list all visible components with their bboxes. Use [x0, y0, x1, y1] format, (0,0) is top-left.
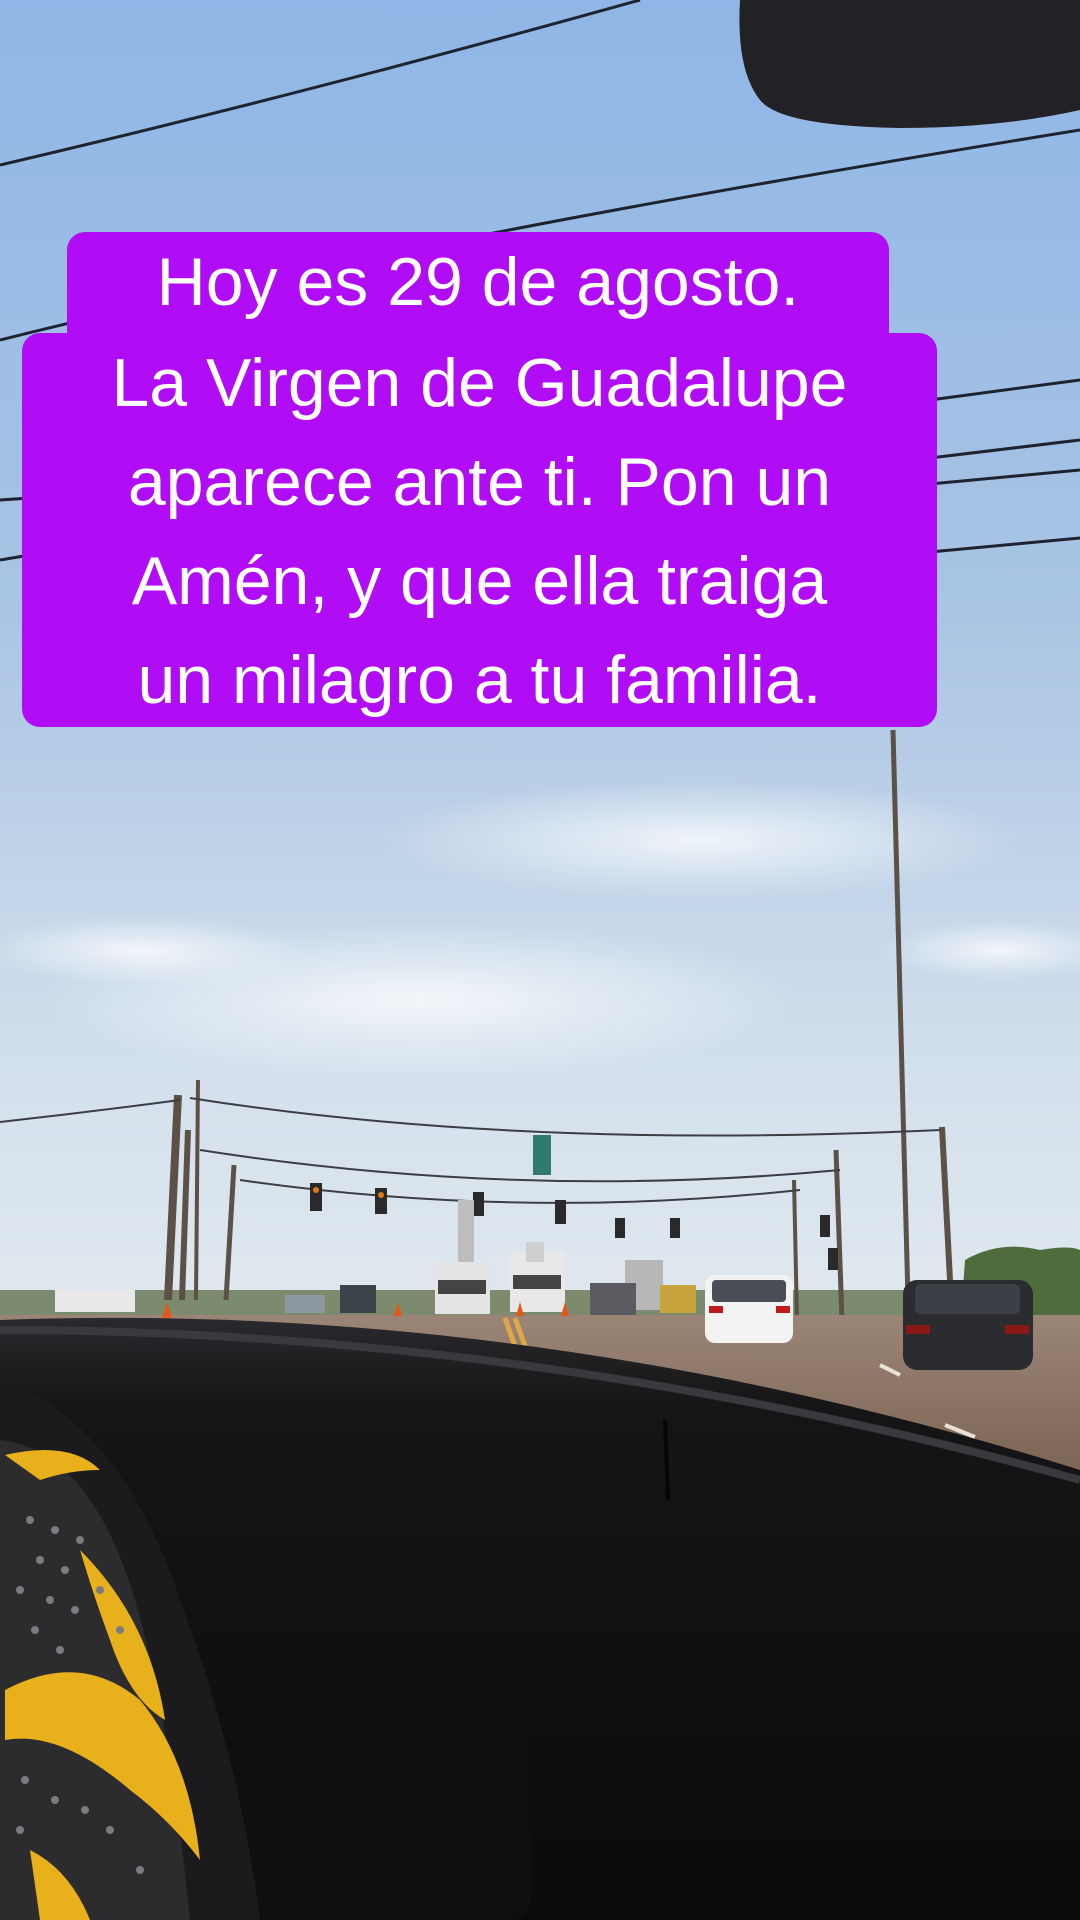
caption-line-4: Amén, y que ella traiga — [22, 531, 937, 632]
cloud — [40, 920, 800, 1080]
instrument-cluster — [230, 1690, 530, 1920]
caption-line-2: La Virgen de Guadalupe — [22, 333, 937, 434]
cloud — [380, 780, 1020, 900]
pickup-truck — [55, 1290, 135, 1312]
caption-line-3: aparece ante ti. Pon un — [22, 432, 937, 533]
caption-line-1: Hoy es 29 de agosto. — [67, 232, 889, 333]
caption-line-5: un milagro a tu familia. — [22, 630, 937, 727]
video-frame: Hoy es 29 de agosto. La Virgen de Guadal… — [0, 0, 1080, 1920]
rear-view-mirror — [739, 0, 1080, 128]
